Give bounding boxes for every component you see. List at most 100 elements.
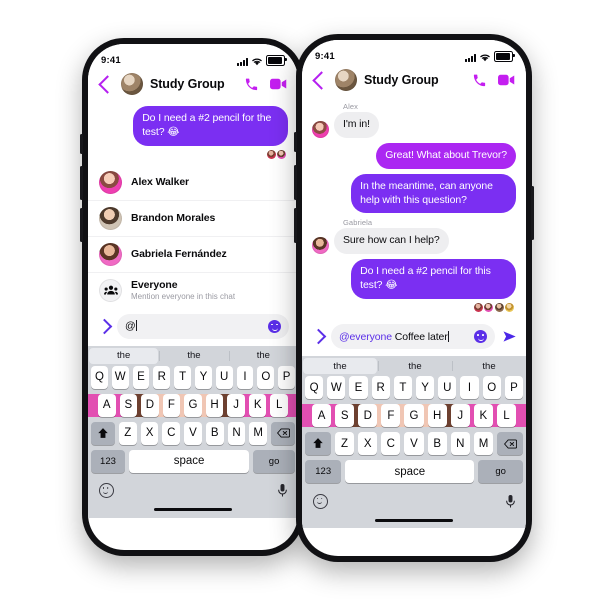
home-indicator[interactable]: [88, 504, 298, 516]
suggestion-0[interactable]: the: [303, 358, 377, 375]
message-input-field[interactable]: @everyone Coffee later: [331, 324, 495, 350]
keyboard-emoji-icon[interactable]: [313, 493, 328, 509]
phone-call-icon[interactable]: [244, 77, 259, 92]
emoji-sticker-icon[interactable]: [474, 330, 487, 344]
key-p[interactable]: P: [504, 376, 524, 400]
video-call-icon[interactable]: [270, 78, 287, 90]
key-i[interactable]: I: [236, 365, 254, 389]
message-bubble[interactable]: I'm in!: [334, 112, 379, 138]
key-a[interactable]: A: [97, 393, 116, 417]
shift-key-icon[interactable]: [91, 421, 115, 445]
suggestion-0[interactable]: the: [89, 347, 159, 364]
volume-up-button[interactable]: [294, 165, 297, 200]
backspace-key-icon[interactable]: [271, 421, 296, 445]
suggestion-2[interactable]: the: [452, 356, 526, 376]
numeric-key[interactable]: 123: [91, 449, 125, 473]
volume-down-button[interactable]: [294, 208, 297, 243]
send-arrow-icon[interactable]: [502, 330, 517, 343]
back-chevron-icon[interactable]: [312, 70, 331, 90]
key-i[interactable]: I: [460, 376, 479, 400]
backspace-key-icon[interactable]: [497, 432, 523, 456]
key-b[interactable]: B: [427, 432, 447, 456]
key-l[interactable]: L: [270, 393, 289, 417]
message-bubble[interactable]: In the meantime, can anyone help with th…: [351, 173, 516, 214]
key-h[interactable]: H: [427, 404, 447, 428]
key-z[interactable]: Z: [334, 432, 355, 456]
key-p[interactable]: P: [278, 365, 295, 389]
key-b[interactable]: B: [205, 421, 224, 445]
key-f[interactable]: F: [381, 404, 401, 428]
key-t[interactable]: T: [174, 365, 191, 389]
key-d[interactable]: D: [358, 404, 378, 428]
message-bubble[interactable]: Do I need a #2 pencil for the test? 😂: [133, 106, 288, 146]
key-m[interactable]: M: [249, 421, 268, 445]
video-call-icon[interactable]: [498, 74, 515, 86]
key-g[interactable]: G: [184, 393, 202, 417]
key-q[interactable]: Q: [91, 365, 108, 389]
back-chevron-icon[interactable]: [98, 74, 117, 94]
mute-switch[interactable]: [294, 132, 297, 152]
key-o[interactable]: O: [257, 365, 275, 389]
group-avatar[interactable]: [335, 69, 357, 91]
shift-key-icon[interactable]: [305, 432, 331, 456]
mute-switch[interactable]: [80, 134, 83, 154]
key-e[interactable]: E: [349, 376, 368, 400]
key-v[interactable]: V: [184, 421, 202, 445]
key-y[interactable]: Y: [195, 365, 212, 389]
power-button[interactable]: [531, 186, 534, 240]
key-s[interactable]: S: [335, 404, 355, 428]
keyboard-emoji-icon[interactable]: [99, 483, 114, 499]
key-w[interactable]: W: [111, 365, 129, 389]
key-t[interactable]: T: [393, 376, 412, 400]
space-key[interactable]: space: [128, 449, 250, 473]
phone-call-icon[interactable]: [472, 73, 487, 88]
key-x[interactable]: X: [358, 432, 378, 456]
home-indicator[interactable]: [302, 514, 526, 526]
message-input-field[interactable]: @: [117, 313, 289, 339]
mention-item-everyone[interactable]: Everyone Mention everyone in this chat: [88, 273, 298, 308]
key-o[interactable]: O: [482, 376, 501, 400]
key-r[interactable]: R: [371, 376, 390, 400]
numeric-key[interactable]: 123: [305, 460, 342, 484]
chevron-right-icon[interactable]: [310, 328, 327, 345]
message-bubble[interactable]: Sure how can I help?: [334, 228, 449, 255]
key-s[interactable]: S: [119, 393, 138, 417]
key-c[interactable]: C: [162, 421, 181, 445]
return-key[interactable]: go: [478, 460, 523, 484]
mention-item-brandon-morales[interactable]: Brandon Morales: [88, 201, 298, 237]
suggestion-1[interactable]: the: [159, 346, 228, 366]
key-n[interactable]: N: [450, 432, 470, 456]
key-u[interactable]: U: [215, 365, 233, 389]
message-bubble[interactable]: Great! What about Trevor?: [376, 142, 516, 169]
key-l[interactable]: L: [496, 404, 516, 428]
group-avatar[interactable]: [121, 73, 143, 95]
key-j[interactable]: J: [227, 393, 245, 417]
key-y[interactable]: Y: [416, 376, 435, 400]
key-x[interactable]: X: [140, 421, 159, 445]
key-k[interactable]: K: [473, 404, 493, 428]
key-q[interactable]: Q: [304, 376, 324, 400]
volume-up-button[interactable]: [80, 166, 83, 200]
space-key[interactable]: space: [345, 460, 475, 484]
key-v[interactable]: V: [404, 432, 424, 456]
key-u[interactable]: U: [438, 376, 457, 400]
key-c[interactable]: C: [381, 432, 401, 456]
return-key[interactable]: go: [253, 449, 295, 473]
chevron-right-icon[interactable]: [96, 318, 113, 334]
microphone-icon[interactable]: [278, 484, 287, 497]
key-w[interactable]: W: [327, 376, 346, 400]
emoji-sticker-icon[interactable]: [268, 319, 281, 333]
message-bubble[interactable]: Do I need a #2 pencil for this test? 😂: [351, 259, 516, 300]
key-a[interactable]: A: [312, 404, 332, 428]
key-e[interactable]: E: [132, 365, 150, 389]
volume-down-button[interactable]: [80, 208, 83, 242]
mention-item-alex-walker[interactable]: Alex Walker: [88, 165, 298, 201]
key-m[interactable]: M: [473, 432, 494, 456]
key-k[interactable]: K: [248, 393, 267, 417]
key-r[interactable]: R: [153, 365, 171, 389]
key-f[interactable]: F: [162, 393, 181, 417]
key-h[interactable]: H: [205, 393, 224, 417]
microphone-icon[interactable]: [506, 494, 515, 508]
suggestion-2[interactable]: the: [228, 346, 298, 366]
key-z[interactable]: Z: [118, 421, 137, 445]
